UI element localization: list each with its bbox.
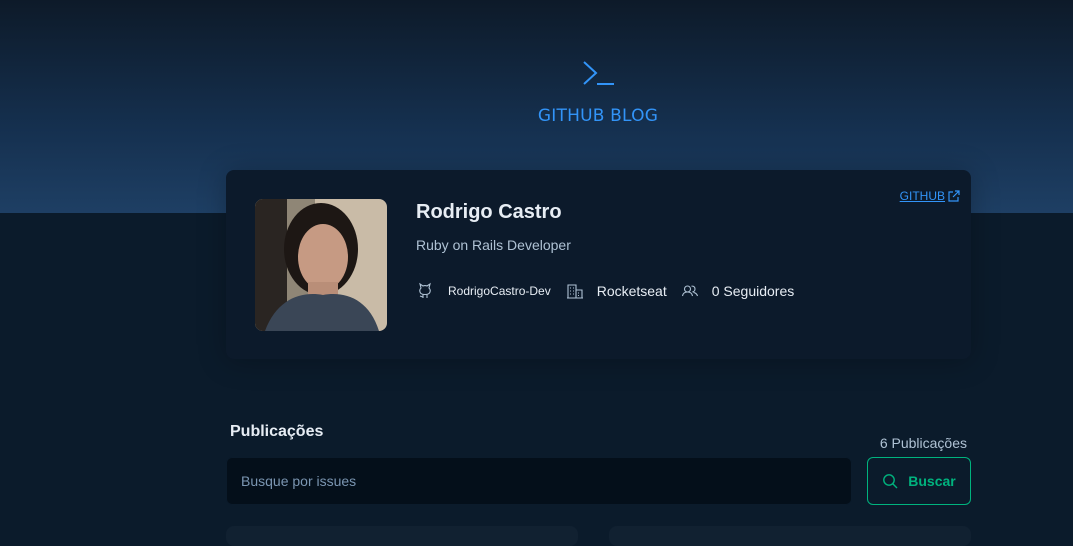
avatar xyxy=(255,199,387,331)
profile-meta: RodrigoCastro-Dev Rocketseat 0 Seguidore… xyxy=(416,282,794,300)
meta-followers: 0 Seguidores xyxy=(681,282,795,300)
github-link-label: GITHUB xyxy=(899,189,945,203)
profile-card: Rodrigo Castro Ruby on Rails Developer G… xyxy=(226,170,971,359)
publications-count: 6 Publicações xyxy=(879,435,967,451)
meta-company: Rocketseat xyxy=(566,282,667,300)
search-icon xyxy=(883,474,898,489)
followers-count: 0 Seguidores xyxy=(711,283,795,299)
publications-title: Publicações xyxy=(230,423,324,440)
users-icon xyxy=(681,285,698,297)
post-card[interactable] xyxy=(226,526,578,546)
search-input[interactable] xyxy=(226,457,852,505)
profile-name: Rodrigo Castro xyxy=(416,201,562,223)
github-link[interactable]: GITHUB xyxy=(900,189,960,203)
github-icon xyxy=(419,282,431,298)
site-title: GITHUB BLOG xyxy=(537,106,659,126)
building-icon xyxy=(566,284,583,299)
search-button[interactable]: Buscar xyxy=(867,457,971,505)
meta-username: RodrigoCastro-Dev xyxy=(416,282,551,300)
github-username: RodrigoCastro-Dev xyxy=(448,284,551,298)
profile-bio: Ruby on Rails Developer xyxy=(416,237,571,253)
external-link-icon xyxy=(948,190,960,202)
post-card[interactable] xyxy=(609,526,971,546)
company-name: Rocketseat xyxy=(596,283,667,299)
terminal-prompt-icon xyxy=(583,61,614,85)
search-button-label: Buscar xyxy=(908,473,956,489)
